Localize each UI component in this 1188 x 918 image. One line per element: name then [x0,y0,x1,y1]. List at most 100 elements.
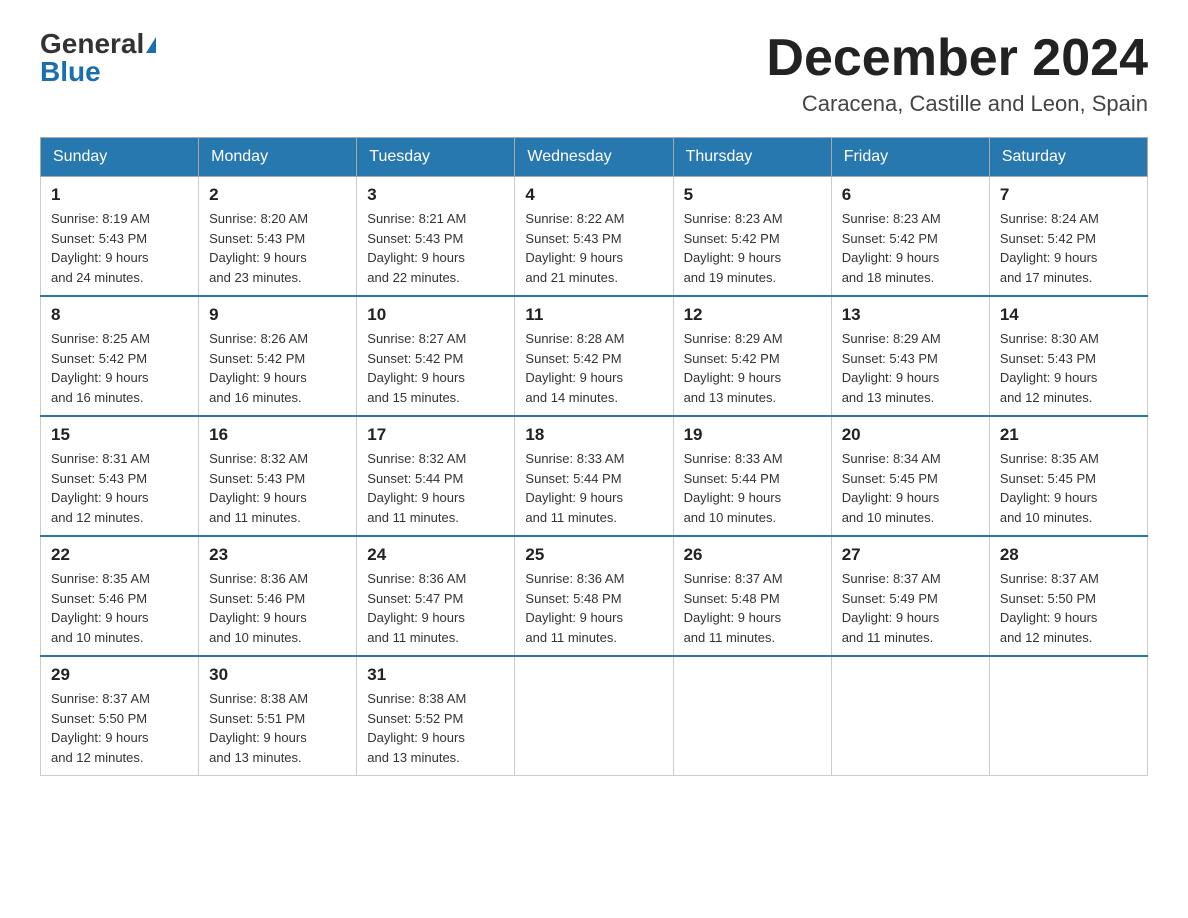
day-info: Sunrise: 8:37 AMSunset: 5:50 PMDaylight:… [1000,569,1137,647]
day-number: 6 [842,185,979,205]
day-info: Sunrise: 8:36 AMSunset: 5:48 PMDaylight:… [525,569,662,647]
day-info: Sunrise: 8:25 AMSunset: 5:42 PMDaylight:… [51,329,188,407]
day-number: 1 [51,185,188,205]
col-saturday: Saturday [989,138,1147,177]
col-tuesday: Tuesday [357,138,515,177]
col-friday: Friday [831,138,989,177]
day-number: 15 [51,425,188,445]
table-row: 15 Sunrise: 8:31 AMSunset: 5:43 PMDayligh… [41,416,199,536]
table-row: 24Sunrise: 8:36 AMSunset: 5:47 PMDayligh… [357,536,515,656]
day-number: 11 [525,305,662,325]
day-number: 10 [367,305,504,325]
location-title: Caracena, Castille and Leon, Spain [766,91,1148,117]
day-info: Sunrise: 8:24 AMSunset: 5:42 PMDaylight:… [1000,209,1137,287]
day-number: 16 [209,425,346,445]
table-row: 29 Sunrise: 8:37 AMSunset: 5:50 PMDayligh… [41,656,199,776]
day-info: Sunrise: 8:37 AMSunset: 5:49 PMDaylight:… [842,569,979,647]
table-row: 14 Sunrise: 8:30 AMSunset: 5:43 PMDayligh… [989,296,1147,416]
col-monday: Monday [199,138,357,177]
day-number: 17 [367,425,504,445]
day-number: 19 [684,425,821,445]
table-row: 27 Sunrise: 8:37 AMSunset: 5:49 PMDayligh… [831,536,989,656]
calendar-week-row: 1Sunrise: 8:19 AMSunset: 5:43 PMDaylight… [41,177,1148,297]
day-number: 27 [842,545,979,565]
col-wednesday: Wednesday [515,138,673,177]
day-number: 29 [51,665,188,685]
day-number: 4 [525,185,662,205]
day-info: Sunrise: 8:38 AMSunset: 5:52 PMDaylight:… [367,689,504,767]
calendar-week-row: 22 Sunrise: 8:35 AMSunset: 5:46 PMDayligh… [41,536,1148,656]
month-title: December 2024 [766,30,1148,87]
table-row: 21 Sunrise: 8:35 AMSunset: 5:45 PMDayligh… [989,416,1147,536]
day-number: 22 [51,545,188,565]
day-number: 2 [209,185,346,205]
day-number: 14 [1000,305,1137,325]
table-row: 7 Sunrise: 8:24 AMSunset: 5:42 PMDaylight… [989,177,1147,297]
table-row [831,656,989,776]
table-row: 9Sunrise: 8:26 AMSunset: 5:42 PMDaylight… [199,296,357,416]
logo: General Blue [40,30,156,86]
calendar-week-row: 15 Sunrise: 8:31 AMSunset: 5:43 PMDayligh… [41,416,1148,536]
table-row [515,656,673,776]
day-info: Sunrise: 8:33 AMSunset: 5:44 PMDaylight:… [684,449,821,527]
table-row: 28 Sunrise: 8:37 AMSunset: 5:50 PMDayligh… [989,536,1147,656]
table-row: 12Sunrise: 8:29 AMSunset: 5:42 PMDayligh… [673,296,831,416]
day-info: Sunrise: 8:29 AMSunset: 5:42 PMDaylight:… [684,329,821,407]
logo-general-row: General [40,30,156,58]
day-number: 31 [367,665,504,685]
day-number: 20 [842,425,979,445]
table-row: 11 Sunrise: 8:28 AMSunset: 5:42 PMDayligh… [515,296,673,416]
day-info: Sunrise: 8:33 AMSunset: 5:44 PMDaylight:… [525,449,662,527]
table-row: 13 Sunrise: 8:29 AMSunset: 5:43 PMDayligh… [831,296,989,416]
table-row: 26 Sunrise: 8:37 AMSunset: 5:48 PMDayligh… [673,536,831,656]
day-info: Sunrise: 8:32 AMSunset: 5:43 PMDaylight:… [209,449,346,527]
day-info: Sunrise: 8:35 AMSunset: 5:45 PMDaylight:… [1000,449,1137,527]
day-info: Sunrise: 8:20 AMSunset: 5:43 PMDaylight:… [209,209,346,287]
day-info: Sunrise: 8:37 AMSunset: 5:48 PMDaylight:… [684,569,821,647]
day-number: 26 [684,545,821,565]
day-number: 28 [1000,545,1137,565]
table-row: 17Sunrise: 8:32 AMSunset: 5:44 PMDayligh… [357,416,515,536]
day-info: Sunrise: 8:37 AMSunset: 5:50 PMDaylight:… [51,689,188,767]
day-number: 7 [1000,185,1137,205]
day-number: 25 [525,545,662,565]
table-row: 5 Sunrise: 8:23 AMSunset: 5:42 PMDaylight… [673,177,831,297]
day-info: Sunrise: 8:31 AMSunset: 5:43 PMDaylight:… [51,449,188,527]
table-row: 2 Sunrise: 8:20 AMSunset: 5:43 PMDaylight… [199,177,357,297]
day-number: 3 [367,185,504,205]
table-row: 25 Sunrise: 8:36 AMSunset: 5:48 PMDayligh… [515,536,673,656]
logo-general-text: General [40,28,144,59]
day-number: 8 [51,305,188,325]
calendar-week-row: 8 Sunrise: 8:25 AMSunset: 5:42 PMDaylight… [41,296,1148,416]
table-row: 1Sunrise: 8:19 AMSunset: 5:43 PMDaylight… [41,177,199,297]
day-info: Sunrise: 8:35 AMSunset: 5:46 PMDaylight:… [51,569,188,647]
day-number: 5 [684,185,821,205]
table-row: 8 Sunrise: 8:25 AMSunset: 5:42 PMDaylight… [41,296,199,416]
day-info: Sunrise: 8:29 AMSunset: 5:43 PMDaylight:… [842,329,979,407]
day-number: 18 [525,425,662,445]
day-number: 24 [367,545,504,565]
day-info: Sunrise: 8:23 AMSunset: 5:42 PMDaylight:… [842,209,979,287]
table-row: 19 Sunrise: 8:33 AMSunset: 5:44 PMDayligh… [673,416,831,536]
day-number: 13 [842,305,979,325]
table-row: 4Sunrise: 8:22 AMSunset: 5:43 PMDaylight… [515,177,673,297]
calendar-week-row: 29 Sunrise: 8:37 AMSunset: 5:50 PMDayligh… [41,656,1148,776]
table-row: 6 Sunrise: 8:23 AMSunset: 5:42 PMDaylight… [831,177,989,297]
table-row: 20 Sunrise: 8:34 AMSunset: 5:45 PMDayligh… [831,416,989,536]
table-row: 23Sunrise: 8:36 AMSunset: 5:46 PMDayligh… [199,536,357,656]
col-thursday: Thursday [673,138,831,177]
table-row: 3 Sunrise: 8:21 AMSunset: 5:43 PMDaylight… [357,177,515,297]
day-info: Sunrise: 8:28 AMSunset: 5:42 PMDaylight:… [525,329,662,407]
day-info: Sunrise: 8:21 AMSunset: 5:43 PMDaylight:… [367,209,504,287]
day-info: Sunrise: 8:27 AMSunset: 5:42 PMDaylight:… [367,329,504,407]
table-row [989,656,1147,776]
day-number: 9 [209,305,346,325]
day-info: Sunrise: 8:30 AMSunset: 5:43 PMDaylight:… [1000,329,1137,407]
day-info: Sunrise: 8:34 AMSunset: 5:45 PMDaylight:… [842,449,979,527]
day-info: Sunrise: 8:36 AMSunset: 5:46 PMDaylight:… [209,569,346,647]
calendar-table: Sunday Monday Tuesday Wednesday Thursday… [40,137,1148,776]
day-number: 21 [1000,425,1137,445]
table-row: 22 Sunrise: 8:35 AMSunset: 5:46 PMDayligh… [41,536,199,656]
col-sunday: Sunday [41,138,199,177]
day-info: Sunrise: 8:23 AMSunset: 5:42 PMDaylight:… [684,209,821,287]
